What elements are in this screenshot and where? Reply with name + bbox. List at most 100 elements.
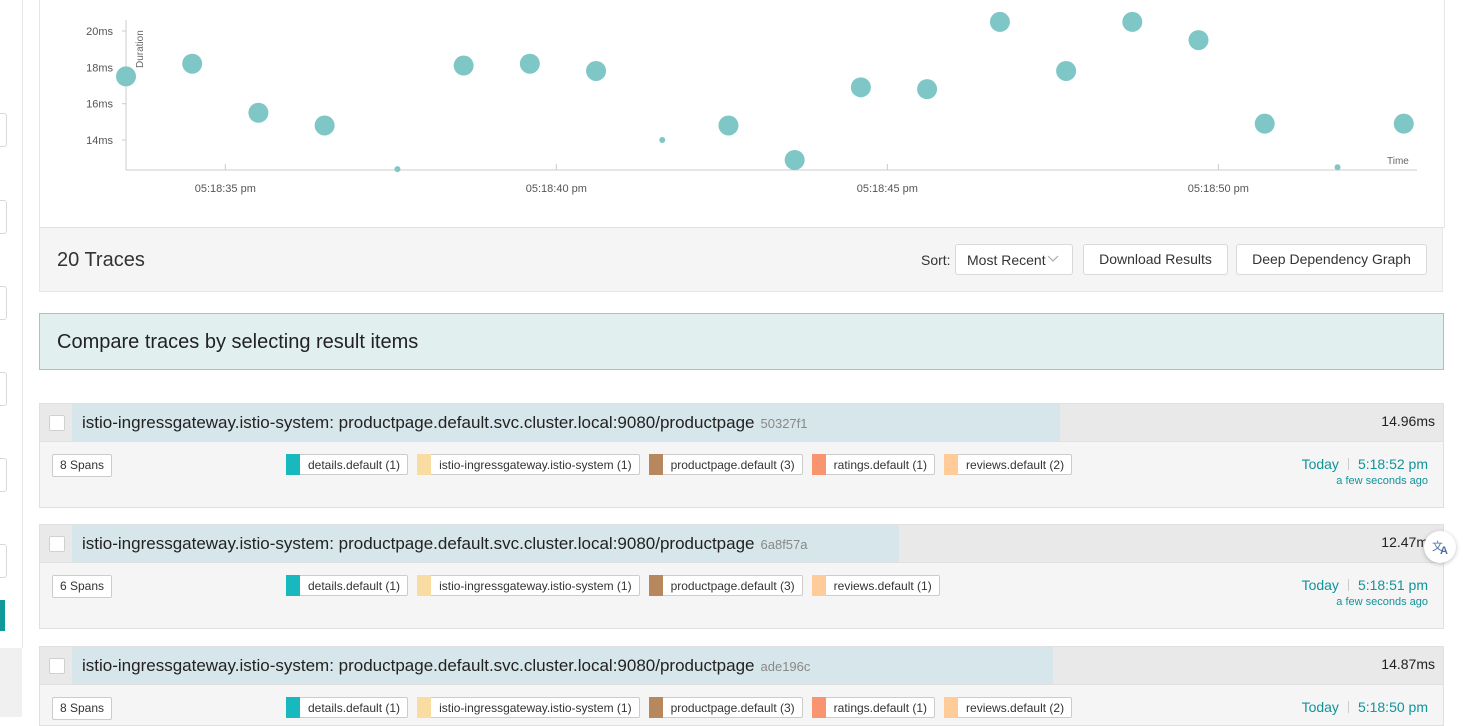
trace-timestamp: Today 5:18:50 pm: [1302, 699, 1428, 718]
compare-banner-text: Compare traces by selecting result items: [57, 331, 419, 353]
x-tick-label: 05:18:45 pm: [857, 183, 918, 195]
timestamp-divider: [1347, 458, 1349, 470]
x-axis-title: Time: [1387, 156, 1409, 167]
sidebar-input-service[interactable]: [0, 113, 7, 147]
service-tag: details.default (1): [286, 574, 409, 596]
service-tag: reviews.default (2): [944, 696, 1073, 718]
trace-id: 6a8f57a: [760, 537, 808, 552]
service-tag: ratings.default (1): [811, 453, 936, 475]
service-tag-label: istio-ingressgateway.istio-system (1): [439, 457, 632, 472]
sidebar-input-duration[interactable]: [0, 458, 7, 492]
service-color-swatch: [286, 696, 300, 718]
service-tag-label: productpage.default (3): [670, 578, 795, 593]
trace-header[interactable]: istio-ingressgateway.istio-system: produ…: [40, 525, 1443, 563]
service-color-swatch: [417, 696, 432, 718]
y-tick-label: 14ms: [86, 135, 113, 147]
sidebar-input-tags[interactable]: [0, 286, 7, 320]
timestamp-divider: [1347, 579, 1349, 591]
service-tag-label: details.default (1): [308, 700, 401, 715]
trace-point: [519, 53, 540, 74]
service-color-swatch: [944, 453, 959, 475]
trace-header[interactable]: istio-ingressgateway.istio-system: produ…: [40, 404, 1443, 442]
trace-title-text: istio-ingressgateway.istio-system: produ…: [82, 413, 755, 432]
find-traces-button[interactable]: [0, 600, 5, 631]
trace-title[interactable]: istio-ingressgateway.istio-system: produ…: [82, 534, 808, 554]
trace-point: [1334, 164, 1341, 171]
trace-scatter-chart: 14ms 16ms 18ms 20ms 05:18:35 pm 05:18:40 pm 05…: [39, 0, 1445, 228]
service-tag-label: details.default (1): [308, 578, 401, 593]
trace-item[interactable]: istio-ingressgateway.istio-system: produ…: [39, 524, 1444, 629]
trace-relative-time: a few seconds ago: [1336, 475, 1428, 487]
trace-point: [314, 115, 335, 136]
trace-point: [659, 137, 666, 143]
trace-select-checkbox[interactable]: [49, 536, 65, 552]
service-tag: istio-ingressgateway.istio-system (1): [417, 453, 640, 475]
trace-point: [586, 60, 607, 81]
service-tag: productpage.default (3): [648, 453, 803, 475]
service-tag: productpage.default (3): [648, 574, 803, 596]
trace-point: [182, 53, 203, 74]
trace-timestamp: Today 5:18:52 pm a few seconds ago: [1302, 456, 1428, 487]
service-color-swatch: [417, 574, 432, 596]
trace-select-checkbox[interactable]: [49, 415, 65, 431]
sidebar-input-limit[interactable]: [0, 544, 7, 578]
span-count-badge: 6 Spans: [52, 575, 113, 598]
trace-id: ade196c: [760, 659, 811, 674]
trace-select-checkbox[interactable]: [49, 658, 65, 674]
trace-title[interactable]: istio-ingressgateway.istio-system: produ…: [82, 413, 808, 433]
service-tag: details.default (1): [286, 453, 409, 475]
service-tags: details.default (1) istio-ingressgateway…: [286, 574, 949, 596]
service-tag-label: productpage.default (3): [670, 700, 795, 715]
deep-dependency-graph-button[interactable]: Deep Dependency Graph: [1236, 244, 1427, 275]
service-color-swatch: [811, 453, 826, 475]
sort-label: Sort:: [921, 252, 951, 268]
trace-point: [248, 102, 269, 123]
timestamp-divider: [1347, 701, 1349, 713]
x-tick-label: 05:18:35 pm: [195, 183, 256, 195]
service-tag: reviews.default (1): [811, 574, 940, 596]
service-color-swatch: [811, 574, 826, 596]
scatter-plot-svg: 14ms 16ms 18ms 20ms 05:18:35 pm 05:18:40 pm 05…: [86, 11, 1417, 195]
trace-time: 5:18:51 pm: [1357, 577, 1428, 593]
trace-point: [989, 11, 1010, 32]
y-tick-label: 20ms: [86, 26, 113, 38]
service-tag: productpage.default (3): [648, 696, 803, 718]
trace-point: [453, 55, 474, 76]
service-tag-label: reviews.default (2): [966, 700, 1065, 715]
trace-id: 50327f1: [760, 416, 808, 431]
service-tag-label: istio-ingressgateway.istio-system (1): [439, 578, 632, 593]
sort-select-value: Most Recent: [967, 252, 1046, 268]
trace-point: [1122, 11, 1143, 32]
x-tick-label: 05:18:50 pm: [1188, 183, 1249, 195]
y-axis-title: Duration: [135, 30, 146, 68]
service-tag: istio-ingressgateway.istio-system (1): [417, 696, 640, 718]
y-tick-label: 18ms: [86, 62, 113, 74]
results-count: 20 Traces: [57, 249, 145, 271]
trace-point: [1254, 113, 1275, 134]
trace-duration: 14.96ms: [1381, 413, 1435, 429]
trace-day: Today: [1301, 577, 1339, 593]
y-tick-label: 16ms: [86, 99, 113, 111]
download-results-button[interactable]: Download Results: [1083, 244, 1228, 275]
service-color-swatch: [811, 696, 826, 718]
service-tag-label: details.default (1): [308, 457, 401, 472]
sidebar-input-operation[interactable]: [0, 200, 7, 234]
sidebar-input-lookback[interactable]: [0, 372, 7, 406]
service-tag-label: productpage.default (3): [670, 457, 795, 472]
trace-point: [116, 66, 136, 87]
span-count-badge: 8 Spans: [52, 454, 113, 477]
trace-point: [917, 79, 938, 100]
translate-button[interactable]: 文 A: [1424, 531, 1456, 563]
service-color-swatch: [648, 696, 663, 718]
service-tag-label: reviews.default (2): [966, 457, 1065, 472]
trace-item[interactable]: istio-ingressgateway.istio-system: produ…: [39, 403, 1444, 508]
trace-point: [718, 115, 739, 136]
trace-item[interactable]: istio-ingressgateway.istio-system: produ…: [39, 646, 1444, 726]
trace-title[interactable]: istio-ingressgateway.istio-system: produ…: [82, 656, 810, 676]
service-tag-label: ratings.default (1): [833, 457, 928, 472]
trace-title-text: istio-ingressgateway.istio-system: produ…: [82, 656, 755, 675]
trace-header[interactable]: istio-ingressgateway.istio-system: produ…: [40, 647, 1443, 685]
service-tags: details.default (1) istio-ingressgateway…: [286, 696, 1081, 718]
trace-point: [1393, 113, 1414, 134]
sort-select[interactable]: Most Recent: [955, 244, 1073, 275]
